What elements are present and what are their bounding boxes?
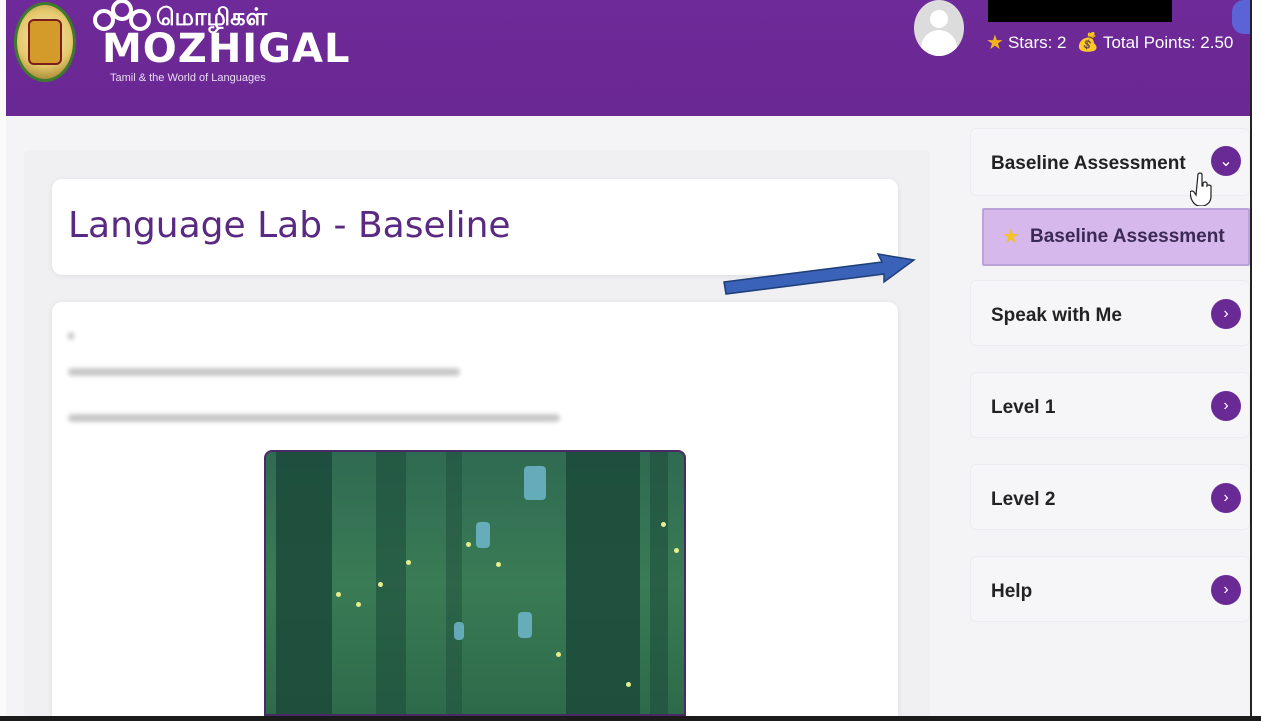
bottom-edge — [0, 716, 1261, 721]
hand-cursor-icon — [1190, 172, 1212, 206]
user-stats: ★ Stars: 2 💰 Total Points: 2.50 — [986, 30, 1233, 55]
logo-tagline: Tamil & the World of Languages — [110, 72, 266, 84]
sidebar-item-label: Level 1 — [991, 397, 1056, 418]
subitem-label: Baseline Assessment — [1030, 226, 1225, 247]
total-points: Total Points: 2.50 — [1102, 32, 1234, 52]
chevron-right-icon[interactable]: › — [1211, 483, 1241, 513]
sidebar-item-label: Level 2 — [991, 489, 1056, 510]
logo-name[interactable]: MOZHIGAL — [102, 26, 350, 72]
blurred-text-line — [68, 332, 74, 340]
app-header: மொழிகள் MOZHIGAL Tamil & the World of La… — [6, 0, 1256, 116]
sidebar-item-label: Help — [991, 581, 1033, 602]
blurred-text-line — [68, 414, 560, 422]
chevron-down-icon[interactable]: ⌄ — [1211, 146, 1241, 176]
blurred-text-line — [68, 368, 460, 376]
chevron-right-icon[interactable]: › — [1211, 391, 1241, 421]
sidebar-item-help[interactable]: Help › — [970, 556, 1250, 622]
stars-count: Stars: 2 — [1007, 32, 1067, 52]
money-bag-icon: 💰 — [1076, 32, 1099, 52]
user-avatar[interactable] — [914, 0, 964, 56]
sidebar: Baseline Assessment ⌄ ★ Baseline Assessm… — [970, 128, 1250, 716]
sidebar-subitem-baseline-assessment[interactable]: ★ Baseline Assessment — [982, 208, 1250, 266]
star-icon: ★ — [986, 32, 1004, 54]
chevron-right-icon[interactable]: › — [1211, 299, 1241, 329]
chevron-right-icon[interactable]: › — [1211, 575, 1241, 605]
sidebar-item-speak-with-me[interactable]: Speak with Me › — [970, 280, 1250, 346]
annotation-arrow-icon — [723, 253, 916, 295]
redacted-username — [988, 0, 1172, 22]
sidebar-item-level-2[interactable]: Level 2 › — [970, 464, 1250, 530]
sidebar-item-label: Speak with Me — [991, 305, 1122, 326]
star-icon: ★ — [1002, 226, 1020, 248]
sidebar-item-level-1[interactable]: Level 1 › — [970, 372, 1250, 438]
sidebar-item-label: Baseline Assessment — [991, 153, 1186, 174]
right-edge — [1250, 0, 1261, 721]
government-emblem-icon — [14, 2, 76, 82]
question-image — [264, 450, 686, 716]
page-title: Language Lab - Baseline — [68, 205, 511, 246]
